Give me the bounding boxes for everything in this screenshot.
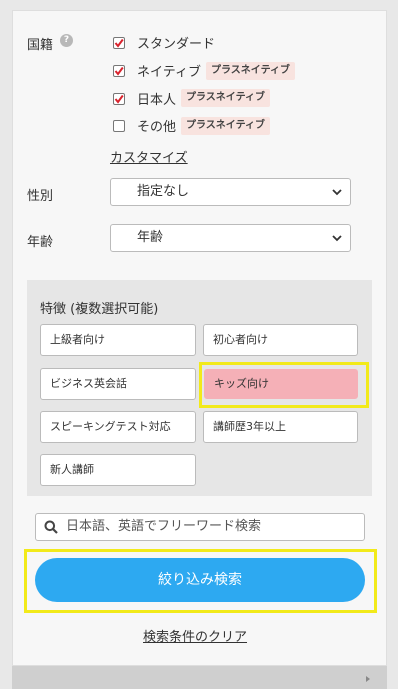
search-input[interactable]: 日本語、英語でフリーワード検索 [35,513,365,541]
chip-beginner[interactable]: 初心者向け [203,324,358,356]
gender-label: 性別 [27,189,54,204]
chip-experienced[interactable]: 講師歴3年以上 [203,411,358,443]
search-placeholder: 日本語、英語でフリーワード検索 [66,519,262,534]
check-icon [114,66,124,76]
plus-native-tag: プラスネイティブ [181,89,270,107]
check-icon [114,38,124,48]
horizontal-scrollbar[interactable] [12,666,387,689]
option-label: その他 [137,120,177,135]
option-label: ネイティブ [137,65,201,80]
gender-select[interactable]: 指定なし [110,178,351,206]
checkbox[interactable] [113,37,125,49]
age-selected-value: 年齢 [137,230,164,245]
help-icon[interactable]: ? [60,34,73,47]
checkbox[interactable] [113,65,125,77]
chip-kids[interactable]: キッズ向け [204,369,358,399]
customize-link[interactable]: カスタマイズ [110,147,188,166]
plus-native-tag: プラスネイティブ [206,62,295,80]
plus-native-tag: プラスネイティブ [181,117,270,135]
chevron-right-icon [366,676,370,682]
age-select[interactable]: 年齢 [110,224,351,252]
nationality-label: 国籍 [27,38,54,53]
features-title: 特徴 (複数選択可能) [40,302,159,317]
chip-advanced[interactable]: 上級者向け [40,324,196,356]
chip-speaking-test[interactable]: スピーキングテスト対応 [40,411,196,443]
checkbox[interactable] [113,93,125,105]
chip-business[interactable]: ビジネス英会話 [40,368,196,400]
clear-conditions-link[interactable]: 検索条件のクリア [143,626,247,645]
option-label: スタンダード [137,37,216,52]
chevron-down-icon [332,189,342,196]
checkbox[interactable] [113,120,125,132]
check-icon [114,94,124,104]
gender-selected-value: 指定なし [137,184,190,199]
age-label: 年齢 [27,235,54,250]
filter-search-button[interactable]: 絞り込み検索 [35,558,365,602]
option-label: 日本人 [137,93,177,108]
search-icon [44,520,58,534]
chip-new-teacher[interactable]: 新人講師 [40,454,196,486]
chevron-down-icon [332,235,342,242]
